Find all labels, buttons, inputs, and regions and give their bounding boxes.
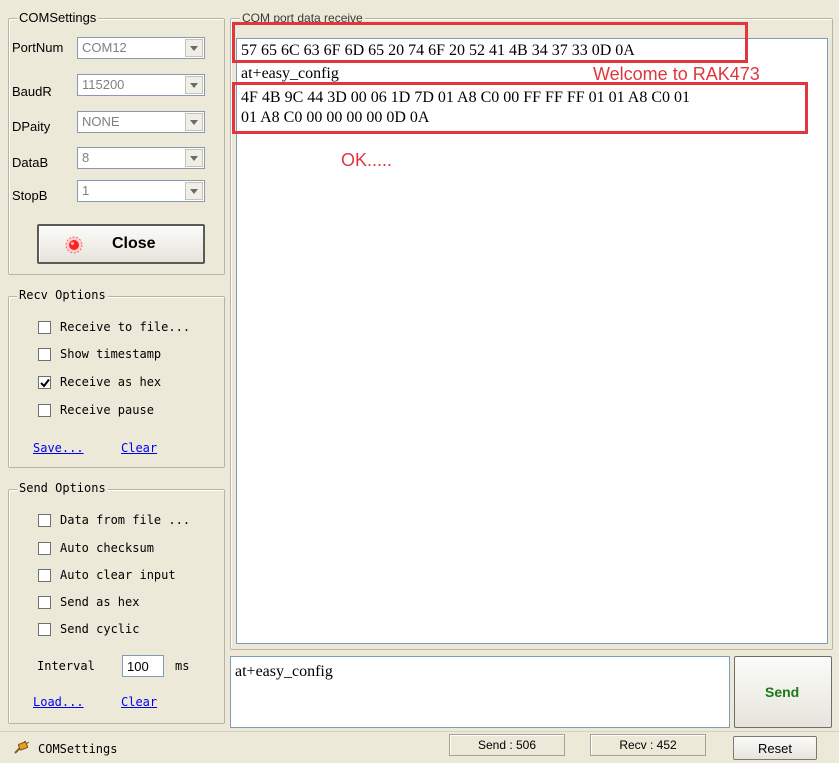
- send-cyclic-label: Send cyclic: [60, 622, 140, 636]
- receive-line-2: at+easy_config: [241, 65, 339, 82]
- serial-plug-icon: [13, 739, 30, 755]
- chevron-down-icon[interactable]: [185, 113, 203, 131]
- com-settings-legend: COMSettings: [17, 10, 99, 25]
- databits-value: 8: [82, 150, 90, 165]
- stopbits-value: 1: [82, 183, 90, 198]
- data-from-file-label: Data from file ...: [60, 513, 191, 527]
- send-button-label: Send: [765, 684, 800, 700]
- baudrate-select[interactable]: 115200: [77, 74, 205, 96]
- auto-clear-input-checkbox[interactable]: Auto clear input: [38, 566, 176, 584]
- portnum-select[interactable]: COM12: [77, 37, 205, 59]
- chevron-down-icon[interactable]: [185, 182, 203, 200]
- checkbox-box[interactable]: [38, 375, 51, 389]
- reset-button[interactable]: Reset: [733, 736, 817, 760]
- interval-unit: ms: [175, 659, 190, 673]
- annotation-box-ok: [232, 82, 808, 134]
- send-button[interactable]: Send: [734, 656, 832, 728]
- portnum-label: PortNum: [12, 40, 64, 55]
- data-from-file-checkbox[interactable]: Data from file ...: [38, 511, 190, 529]
- stopbits-label: StopB: [12, 188, 48, 203]
- send-as-hex-checkbox[interactable]: Send as hex: [38, 593, 139, 611]
- recv-options-legend: Recv Options: [17, 288, 108, 302]
- checkbox-box[interactable]: [38, 347, 51, 361]
- send-input-area[interactable]: at+easy_config: [230, 656, 730, 728]
- parity-select[interactable]: NONE: [77, 111, 205, 133]
- annotation-welcome-text: Welcome to RAK473: [593, 64, 760, 84]
- send-cyclic-checkbox[interactable]: Send cyclic: [38, 620, 139, 638]
- auto-checksum-checkbox[interactable]: Auto checksum: [38, 539, 154, 557]
- auto-checksum-label: Auto checksum: [60, 541, 154, 555]
- receive-pause-label: Receive pause: [60, 403, 154, 417]
- send-options-legend: Send Options: [17, 481, 108, 495]
- databits-label: DataB: [12, 155, 49, 170]
- interval-value: 100: [127, 659, 149, 674]
- receive-pause-checkbox[interactable]: Receive pause: [38, 401, 154, 419]
- annotation-ok-text: OK.....: [341, 150, 393, 170]
- checkbox-box[interactable]: [38, 320, 51, 334]
- parity-value: NONE: [82, 114, 120, 129]
- receive-to-file-label: Receive to file...: [60, 320, 191, 334]
- checkmark-icon: [40, 378, 50, 388]
- portnum-value: COM12: [82, 40, 127, 55]
- send-clear-link[interactable]: Clear: [121, 695, 157, 709]
- receive-to-file-checkbox[interactable]: Receive to file...: [38, 318, 190, 336]
- checkbox-box[interactable]: [38, 622, 51, 636]
- checkbox-box[interactable]: [38, 513, 51, 527]
- baudrate-value: 115200: [82, 77, 125, 92]
- load-link[interactable]: Load...: [33, 695, 84, 709]
- receive-as-hex-label: Receive as hex: [60, 375, 162, 389]
- checkbox-box[interactable]: [38, 595, 51, 609]
- checkbox-box[interactable]: [38, 403, 51, 417]
- save-link[interactable]: Save...: [33, 441, 84, 455]
- reset-button-label: Reset: [758, 740, 792, 756]
- receive-as-hex-checkbox[interactable]: Receive as hex: [38, 373, 161, 391]
- show-timestamp-checkbox[interactable]: Show timestamp: [38, 345, 161, 363]
- checkbox-box[interactable]: [38, 541, 51, 555]
- checkbox-box[interactable]: [38, 568, 51, 582]
- interval-label: Interval: [37, 659, 95, 673]
- close-port-button[interactable]: Close: [37, 224, 205, 264]
- status-bar: [0, 731, 839, 763]
- send-as-hex-label: Send as hex: [60, 595, 140, 609]
- send-input-text: at+easy_config: [235, 663, 333, 680]
- stopbits-select[interactable]: 1: [77, 180, 205, 202]
- chevron-down-icon[interactable]: [185, 76, 203, 94]
- close-button-label: Close: [112, 235, 156, 252]
- databits-select[interactable]: 8: [77, 147, 205, 169]
- interval-input[interactable]: 100: [122, 655, 164, 677]
- annotation-box-welcome: [232, 22, 748, 63]
- chevron-down-icon[interactable]: [185, 39, 203, 57]
- auto-clear-input-label: Auto clear input: [60, 568, 176, 582]
- recv-clear-link[interactable]: Clear: [121, 441, 157, 455]
- chevron-down-icon[interactable]: [185, 149, 203, 167]
- parity-label: DPaity: [12, 119, 51, 134]
- show-timestamp-label: Show timestamp: [60, 347, 162, 361]
- status-label: COMSettings: [38, 742, 118, 756]
- red-led-icon: [65, 236, 83, 254]
- recv-count: Recv : 452: [590, 734, 706, 756]
- send-count: Send : 506: [449, 734, 565, 756]
- baudrate-label: BaudR: [12, 84, 52, 99]
